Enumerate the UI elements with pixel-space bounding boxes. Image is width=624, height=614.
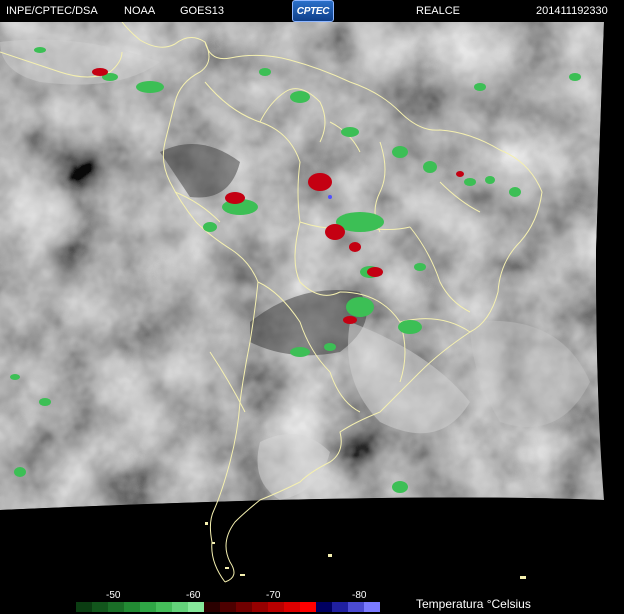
color-scale-swatch <box>188 602 204 612</box>
color-scale-swatch <box>300 602 316 612</box>
color-scale-swatch <box>348 602 364 612</box>
color-scale-swatch <box>332 602 348 612</box>
space-bottom <box>0 497 624 588</box>
cptec-logo: CPTEC <box>292 0 334 22</box>
color-scale-swatch <box>236 602 252 612</box>
legend-tick: -60 <box>186 590 201 601</box>
header-bar: INPE/CPTEC/DSA NOAA GOES13 CPTEC REALCE … <box>0 0 624 22</box>
legend-tick: -80 <box>352 590 367 601</box>
color-scale-swatch <box>252 602 268 612</box>
color-scale-swatch <box>108 602 124 612</box>
cold-tops-blue <box>328 195 332 199</box>
header-satellite: GOES13 <box>180 5 225 17</box>
color-scale-swatch <box>268 602 284 612</box>
color-scale-swatch <box>284 602 300 612</box>
color-scale-swatch <box>364 602 380 612</box>
color-scale-swatch <box>124 602 140 612</box>
color-scale-swatch <box>92 602 108 612</box>
color-scale-swatch <box>220 602 236 612</box>
color-scale-swatch <box>156 602 172 612</box>
color-scale-swatch <box>172 602 188 612</box>
color-scale-swatch <box>316 602 332 612</box>
legend-tick: -50 <box>106 590 121 601</box>
legend-tick: -70 <box>266 590 281 601</box>
header-enhancement: REALCE <box>416 5 461 17</box>
header-org: INPE/CPTEC/DSA <box>6 5 98 17</box>
satellite-image <box>0 21 624 588</box>
color-scale-swatch <box>204 602 220 612</box>
color-scale-swatch <box>76 602 92 612</box>
satellite-map <box>0 21 624 588</box>
logo-text: CPTEC <box>296 5 330 17</box>
color-scale-bar <box>76 602 380 612</box>
color-scale-swatch <box>140 602 156 612</box>
header-agency: NOAA <box>124 5 156 17</box>
header-timestamp: 201411192330 <box>536 5 608 17</box>
legend-title: Temperatura °Celsius <box>416 597 531 611</box>
